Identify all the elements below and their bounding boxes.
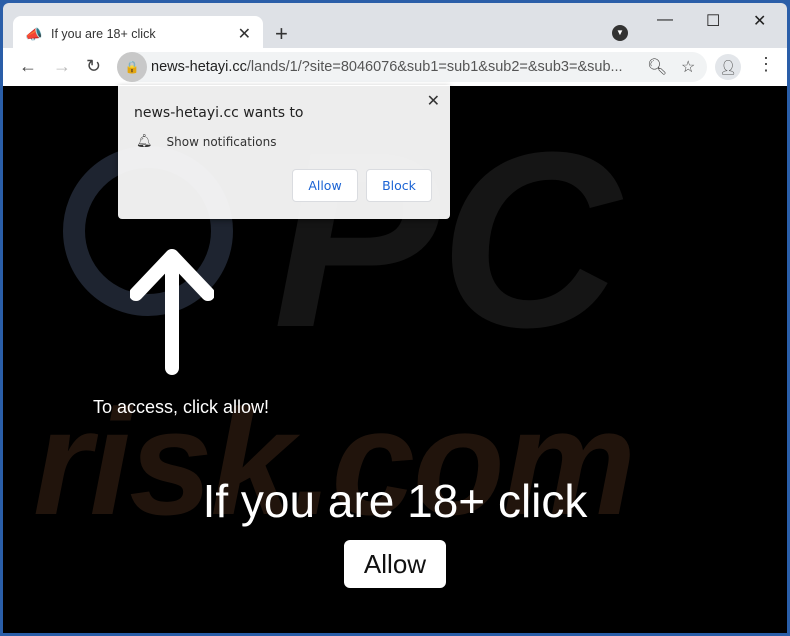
menu-icon[interactable]: ⋮	[757, 54, 775, 75]
close-window-button[interactable]: ✕	[753, 11, 766, 31]
tab-search-icon[interactable]: ▼	[612, 25, 628, 41]
lock-icon[interactable]: 🔒	[117, 52, 147, 82]
page-allow-button[interactable]: Allow	[344, 540, 446, 588]
url-path: /lands/1/?site=8046076&sub1=sub1&sub2=&s…	[246, 59, 623, 75]
zoom-icon[interactable]: 🔍︎	[647, 57, 667, 77]
tab-active[interactable]: 📣 If you are 18+ click ✕	[13, 16, 263, 51]
minimize-button[interactable]: —	[657, 11, 673, 29]
arrow-up-icon	[130, 249, 214, 375]
maximize-button[interactable]: ☐	[706, 11, 720, 31]
tab-title: If you are 18+ click	[51, 26, 156, 41]
popup-title: news-hetayi.cc wants to	[134, 105, 304, 121]
tab-close-icon[interactable]: ✕	[238, 24, 251, 44]
bell-icon: 🔔︎	[136, 134, 153, 149]
bookmark-star-icon[interactable]: ☆	[681, 57, 695, 77]
megaphone-icon: 📣	[25, 25, 43, 42]
reload-icon[interactable]: ↻	[86, 56, 101, 77]
permission-label: Show notifications	[166, 134, 277, 149]
back-icon[interactable]: ←	[19, 56, 37, 77]
address-bar[interactable]: 🔒 news-hetayi.cc/lands/1/?site=8046076&s…	[117, 52, 707, 82]
url-domain: news-hetayi.cc	[151, 59, 247, 75]
instruction-text: To access, click allow!	[93, 397, 270, 417]
notification-permission-popup: ✕ news-hetayi.cc wants to 🔔︎ Show notifi…	[118, 85, 450, 219]
toolbar: ← → ↻ 🔒 news-hetayi.cc/lands/1/?site=804…	[3, 48, 787, 86]
new-tab-button[interactable]: +	[275, 21, 288, 47]
allow-button[interactable]: Allow	[292, 169, 358, 202]
headline: If you are 18+ click	[202, 475, 588, 527]
browser-window: 📣 If you are 18+ click ✕ + ▼ — ☐ ✕ ← → ↻…	[3, 3, 787, 633]
block-button[interactable]: Block	[366, 169, 432, 202]
popup-close-icon[interactable]: ✕	[427, 91, 440, 110]
forward-icon[interactable]: →	[53, 56, 71, 77]
profile-avatar[interactable]: 👤︎	[715, 54, 741, 80]
